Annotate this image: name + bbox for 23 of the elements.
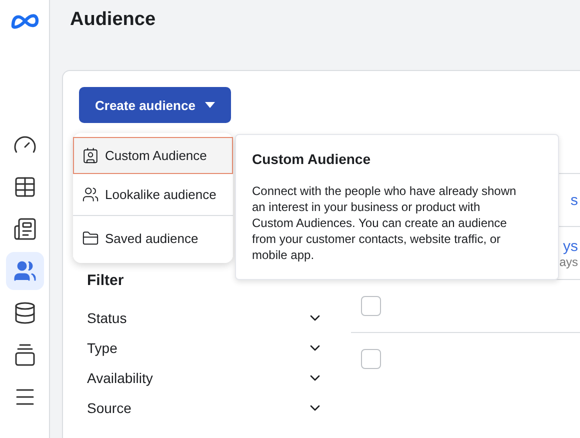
caret-icon: [205, 102, 216, 108]
menu-item[interactable]: Saved audience: [73, 220, 233, 257]
filter-dropdown[interactable]: Source: [79, 393, 323, 423]
row-checkbox[interactable]: [361, 296, 381, 316]
people-icon: [82, 186, 99, 203]
table-cell: ays: [559, 254, 578, 268]
filter-dropdown[interactable]: Status: [79, 303, 323, 333]
row-checkbox[interactable]: [361, 349, 381, 369]
filter-dropdown[interactable]: Availability: [79, 363, 323, 393]
page-title: Audience: [70, 9, 157, 32]
tooltip-title: Custom Audience: [252, 151, 372, 167]
table-link[interactable]: s: [570, 192, 578, 208]
filter-dropdown[interactable]: Type: [79, 333, 323, 363]
contact-card-icon: [82, 147, 99, 164]
table-link[interactable]: ys: [563, 238, 578, 254]
people-icon[interactable]: [6, 252, 44, 290]
folder-icon: [82, 230, 99, 247]
menu-item[interactable]: Custom Audience: [73, 137, 233, 174]
tooltip-text: Connect with the people who have already shown an interest in your business or product with Custom Audiences. You can create an audience from your customer contacts, website traffic, or mobile app.: [252, 183, 518, 263]
filter-title: Filter: [87, 272, 125, 289]
create-audience-button[interactable]: Create audience: [79, 87, 232, 123]
logo-icon[interactable]: [10, 12, 40, 30]
menu-item[interactable]: Lookalike audience: [73, 176, 233, 213]
